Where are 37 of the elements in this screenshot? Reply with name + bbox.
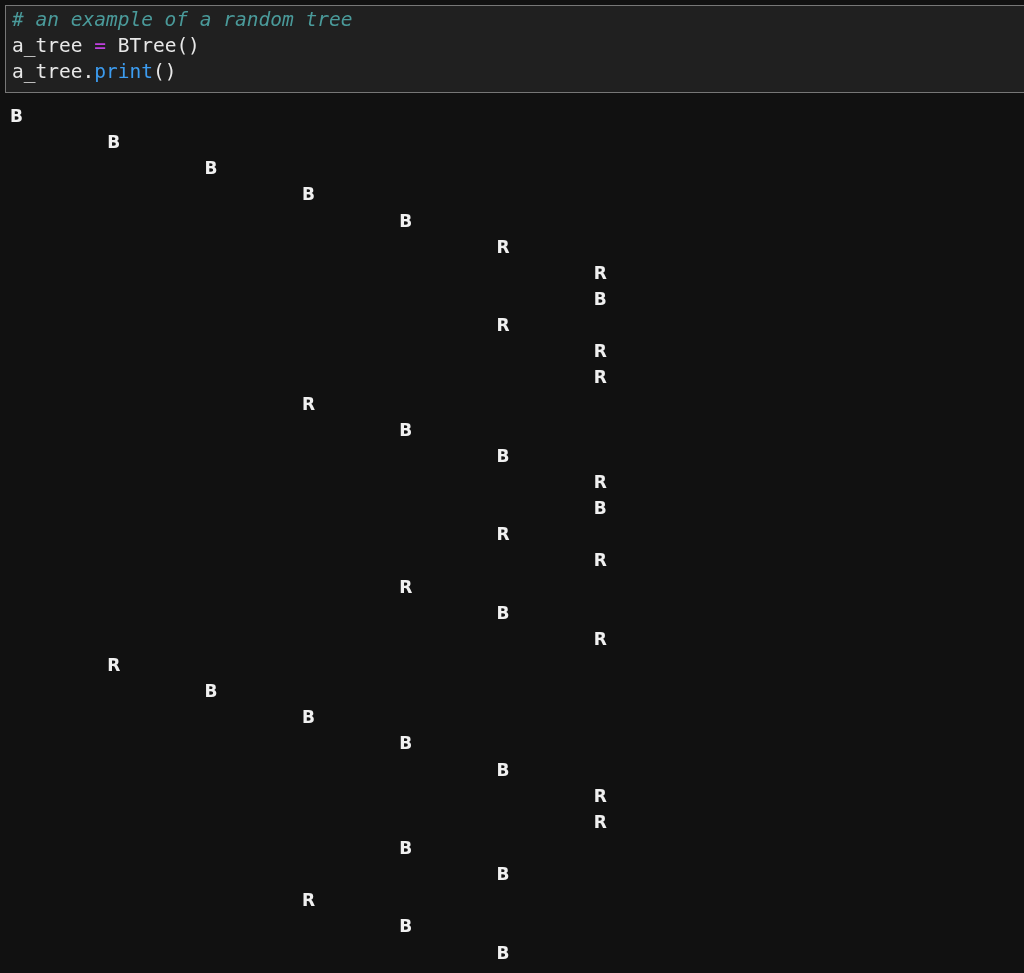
tree-node-label: B [204,158,218,179]
tree-node-label: B [107,132,121,153]
code-line: a_tree = BTree() [12,33,201,59]
tree-node-label: R [301,393,315,414]
tree-node-label: R [593,811,607,832]
code-cell[interactable]: # an example of a random tree a_tree = BTree() a_tree.print() [5,5,1024,93]
tree-node-label: B [301,184,315,205]
tree-node-label: R [399,576,413,597]
tree-node-label: R [593,341,607,362]
tree-node-label: B [399,916,413,937]
tree-node-label: B [593,498,607,519]
tree-node-label: B [593,289,607,309]
tree-node-label: R [496,524,510,545]
tree-node-label: R [593,550,607,571]
tree-node-label: R [301,890,315,911]
tree-node-label: R [593,628,607,649]
tree-node-label: B [399,419,413,440]
tree-node-label: B [301,707,315,728]
tree-node-label: R [593,471,607,492]
code-line: # an example of a random tree [12,7,354,33]
tree-node-label: B [399,733,413,754]
tree-node-label: B [496,864,510,885]
tree-node-label: B [399,837,413,858]
tree-node-label: B [496,602,510,623]
tree-node-label: R [107,654,121,675]
tree-node-label: R [496,236,510,257]
tree-node-label: R [593,785,607,806]
tree-node-label: B [204,681,218,702]
tree-node-label: B [399,210,413,231]
tree-node-label: B [496,445,510,466]
tree-node-label: R [496,315,510,336]
tree-node-label: B [496,759,510,780]
tree-node-label: R [593,367,607,388]
tree-node-label: B [10,106,23,126]
tree-node-label: R [593,262,607,283]
code-line: a_tree.print() [12,59,178,85]
tree-node-label: B [496,942,510,963]
